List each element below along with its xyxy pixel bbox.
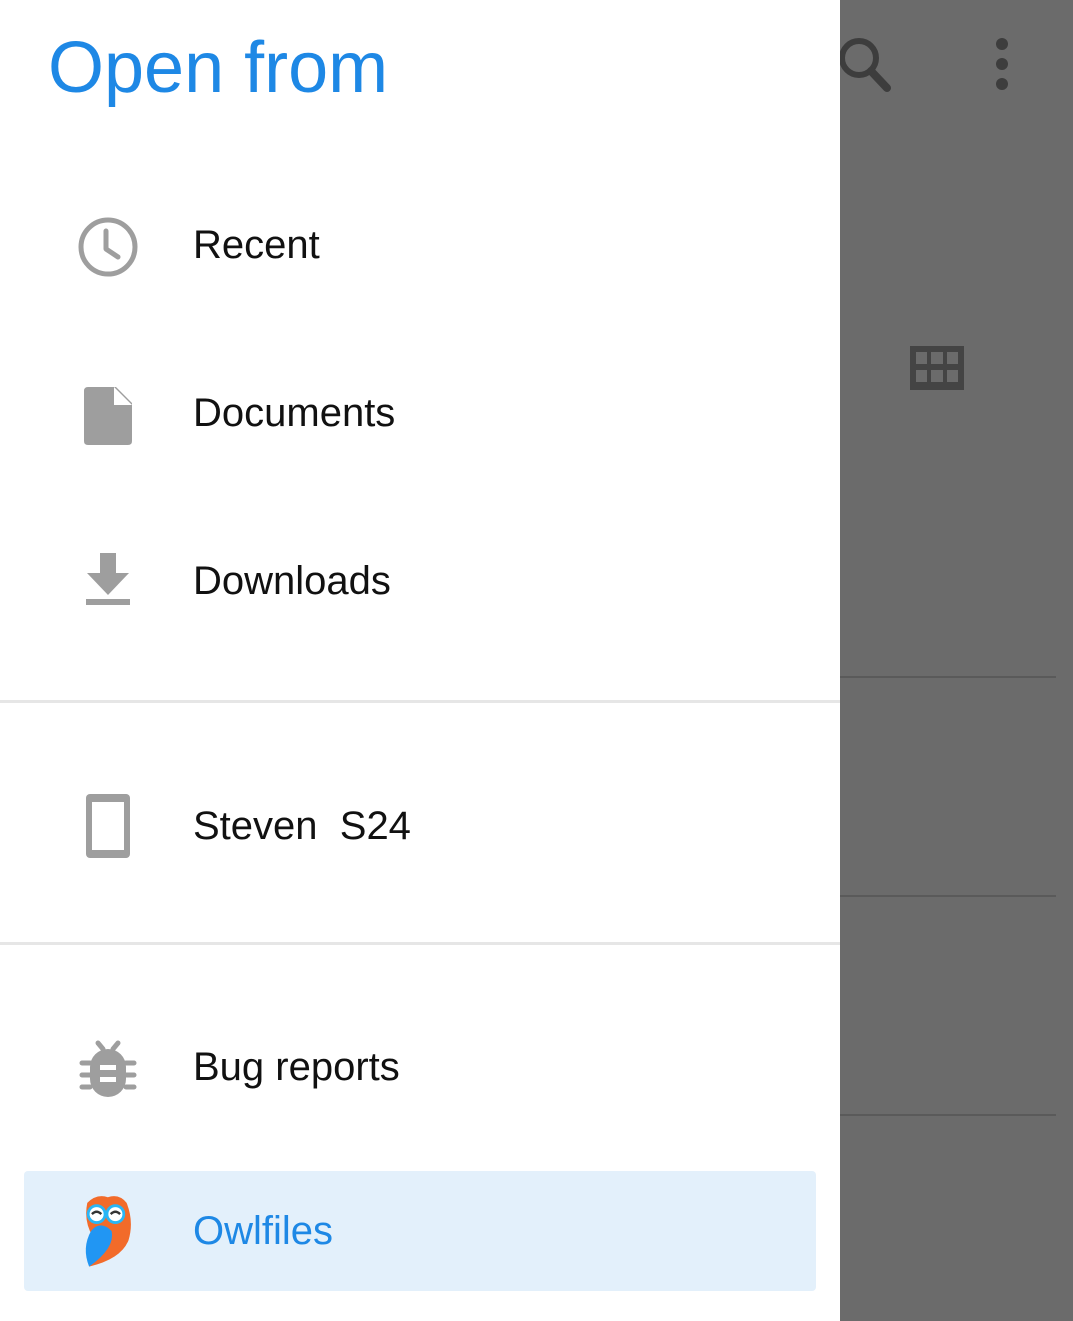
search-icon[interactable] bbox=[836, 34, 892, 94]
root-item-downloads[interactable]: Downloads bbox=[0, 521, 840, 641]
root-item-recent[interactable]: Recent bbox=[0, 185, 840, 305]
clock-icon bbox=[78, 217, 138, 277]
root-item-label: Documents bbox=[193, 391, 396, 435]
root-item-label: Steven S24 bbox=[193, 804, 411, 848]
document-icon bbox=[84, 387, 132, 445]
drawer-divider bbox=[0, 700, 840, 703]
owl-icon bbox=[85, 1196, 131, 1267]
phone-icon bbox=[86, 794, 130, 858]
roots-drawer: Open from Recent Documents Downloads Ste… bbox=[0, 0, 840, 1321]
more-vert-icon[interactable] bbox=[986, 36, 1018, 92]
drawer-title: Open from bbox=[48, 28, 389, 108]
root-item-owlfiles[interactable]: Owlfiles bbox=[24, 1171, 816, 1291]
root-item-documents[interactable]: Documents bbox=[0, 353, 840, 473]
root-item-label: Downloads bbox=[193, 559, 391, 603]
drawer-divider bbox=[0, 942, 840, 945]
background-divider bbox=[840, 1114, 1056, 1116]
background-divider bbox=[840, 895, 1056, 897]
bug-icon bbox=[79, 1040, 137, 1097]
root-item-label: Owlfiles bbox=[193, 1209, 334, 1253]
download-icon bbox=[86, 553, 130, 605]
root-item-bug-reports[interactable]: Bug reports bbox=[0, 1007, 840, 1127]
grid-view-icon[interactable] bbox=[910, 346, 964, 390]
root-item-label: Recent bbox=[193, 223, 320, 267]
root-item-device[interactable]: Steven S24 bbox=[0, 766, 840, 886]
root-item-label: Bug reports bbox=[193, 1045, 400, 1089]
screen: Open from Recent Documents Downloads Ste… bbox=[0, 0, 1073, 1321]
background-divider bbox=[840, 676, 1056, 678]
